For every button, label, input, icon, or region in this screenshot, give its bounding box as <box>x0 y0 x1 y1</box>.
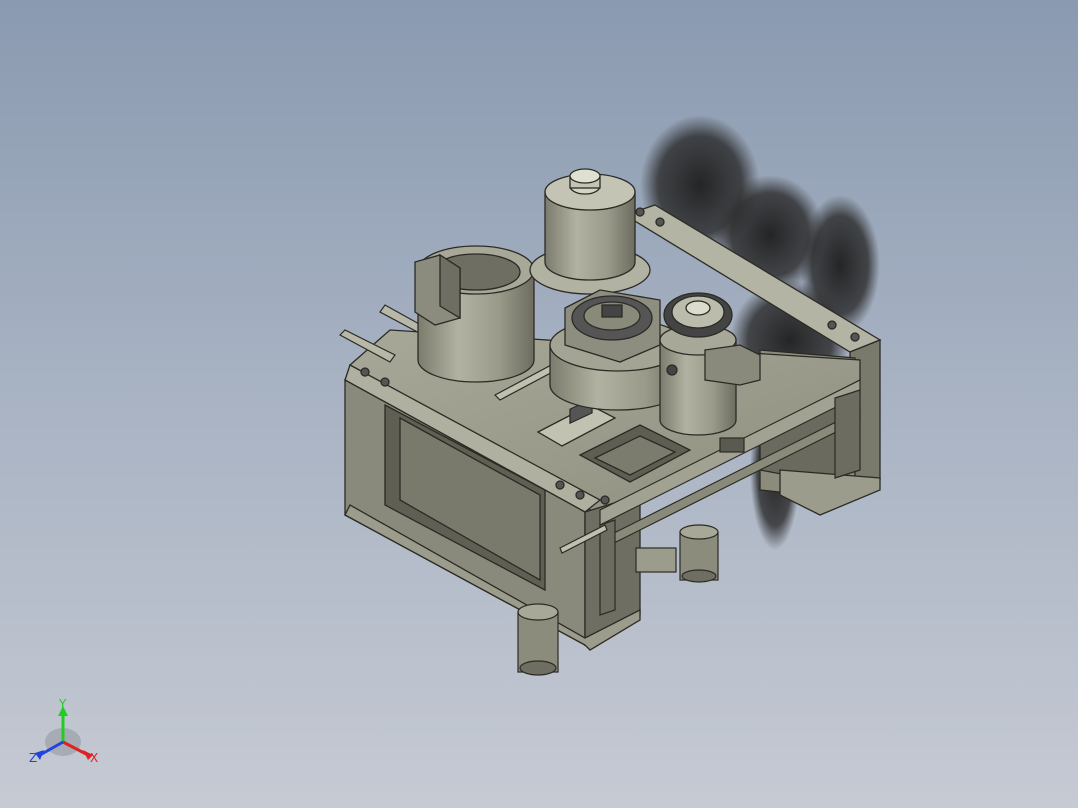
ring-clamp[interactable] <box>414 245 535 383</box>
assembly-model[interactable] <box>0 0 1078 808</box>
motor-cylinder[interactable] <box>529 168 651 295</box>
cad-viewport[interactable]: Y X Z <box>0 0 1078 808</box>
